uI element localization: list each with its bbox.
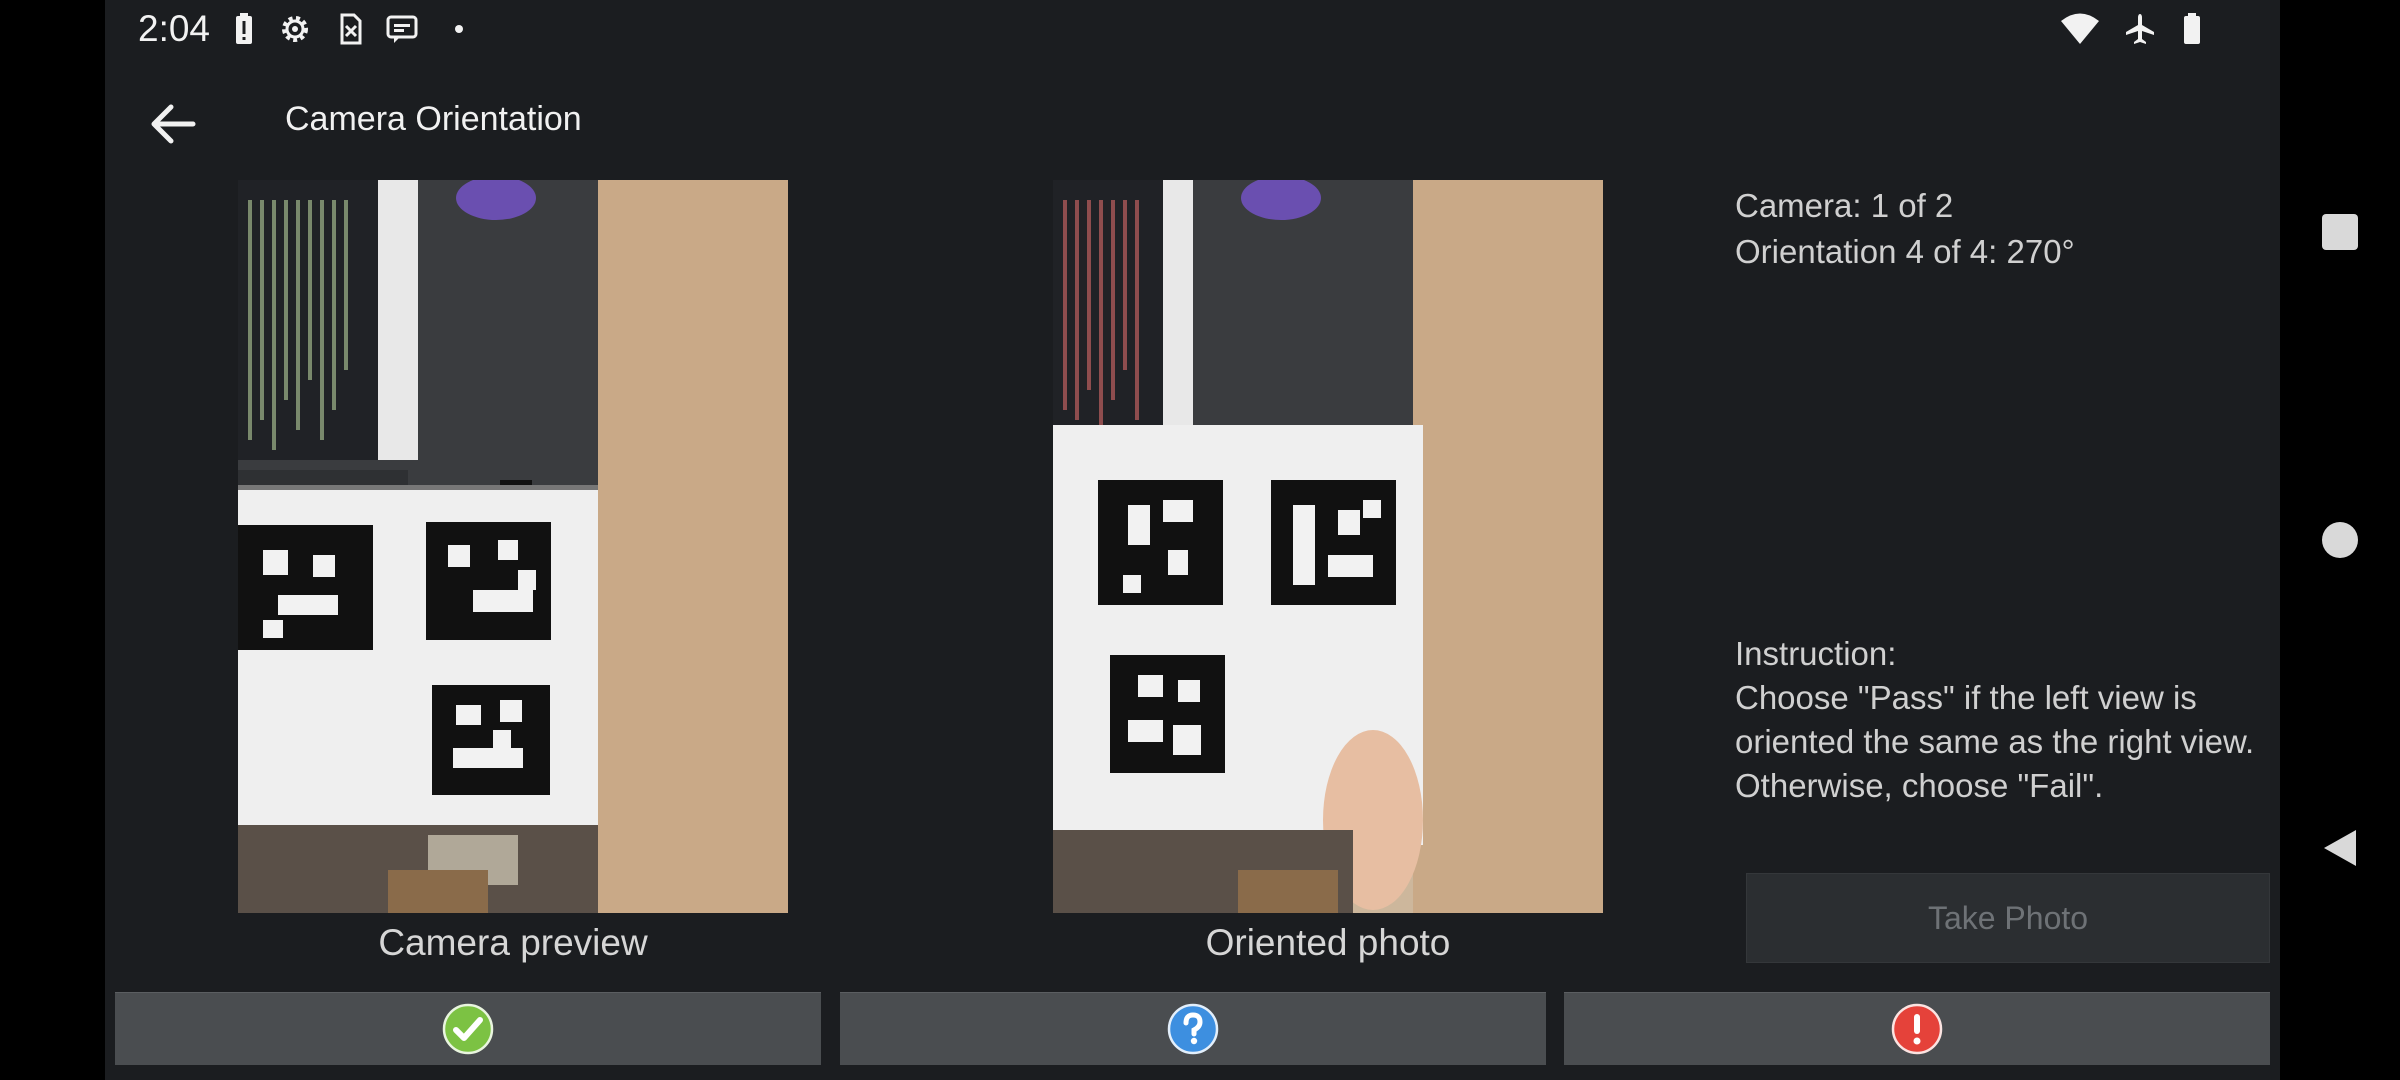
fail-button[interactable] bbox=[1564, 992, 2270, 1065]
battery-icon bbox=[2184, 13, 2200, 44]
orientation-label: Orientation 4 of 4: 270° bbox=[1735, 233, 2075, 270]
blue-question-circle-icon bbox=[1167, 1003, 1219, 1055]
camera-preview-image bbox=[238, 180, 788, 913]
wifi-icon bbox=[2061, 13, 2099, 44]
instruction-heading: Instruction: bbox=[1735, 635, 1897, 672]
camera-preview-caption: Camera preview bbox=[378, 922, 648, 963]
instruction-panel: Instruction: Choose "Pass" if the left v… bbox=[1735, 632, 2255, 808]
airplane-icon bbox=[2126, 14, 2154, 44]
recents-square-icon[interactable] bbox=[2318, 210, 2362, 254]
camera-count: Camera: 1 of 2 bbox=[1735, 187, 1954, 224]
settings-gear-icon bbox=[282, 16, 308, 42]
sim-card-alert-icon bbox=[340, 13, 362, 45]
page-title: Camera Orientation bbox=[285, 100, 582, 138]
navigation-bar bbox=[2280, 0, 2400, 1080]
status-time: 2:04 bbox=[138, 8, 211, 49]
instruction-text: Choose "Pass" if the left view is orient… bbox=[1735, 679, 2255, 804]
dot-icon bbox=[455, 25, 463, 33]
camera-info: Camera: 1 of 2 Orientation 4 of 4: 270° bbox=[1735, 183, 2075, 275]
app-bar: Camera Orientation bbox=[105, 60, 2280, 180]
take-photo-button[interactable]: Take Photo bbox=[1746, 873, 2270, 963]
red-exclamation-circle-icon bbox=[1891, 1003, 1943, 1055]
app-screen: 2:04 Camera Orientation Camera preview O… bbox=[105, 0, 2280, 1080]
back-triangle-icon[interactable] bbox=[2318, 826, 2362, 870]
arrow-left-icon[interactable] bbox=[145, 96, 201, 152]
oriented-photo-caption: Oriented photo bbox=[1205, 922, 1451, 963]
pass-button[interactable] bbox=[115, 992, 821, 1065]
oriented-photo-image bbox=[1053, 180, 1603, 913]
green-check-circle-icon bbox=[442, 1003, 494, 1055]
info-button[interactable] bbox=[840, 992, 1546, 1065]
message-icon bbox=[386, 15, 418, 43]
home-circle-icon[interactable] bbox=[2318, 518, 2362, 562]
status-bar: 2:04 bbox=[105, 0, 2280, 60]
battery-alert-icon bbox=[236, 13, 252, 44]
